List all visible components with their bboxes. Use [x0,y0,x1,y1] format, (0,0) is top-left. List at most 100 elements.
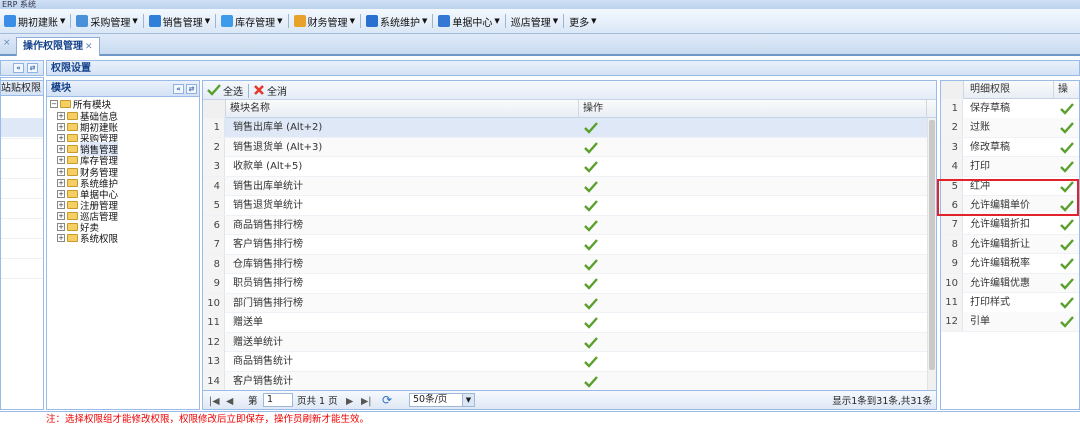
table-row[interactable]: 6 商品销售排行榜 [203,215,927,235]
prev-page-icon[interactable]: ◀ [226,395,233,409]
tab-close-icon[interactable]: ✕ [85,42,93,52]
col-operation[interactable]: 操作 [579,100,927,118]
expand-icon[interactable]: + [57,167,65,176]
detail-permission-cell: 打印样式 [970,297,1010,308]
expand-icon[interactable]: + [57,178,65,187]
check-icon[interactable] [1060,258,1074,270]
select-all-button[interactable]: 全选 [207,82,243,98]
check-icon[interactable] [1060,219,1074,232]
menu-item-7[interactable]: 巡店管理 ▼ [507,11,562,31]
expand-icon[interactable]: + [57,145,65,154]
expand-icon[interactable]: + [57,200,65,209]
collapse-icon[interactable]: − [50,100,58,108]
table-row[interactable]: 8 仓库销售排行榜 [203,254,927,274]
check-icon[interactable] [1060,161,1074,173]
expand-icon[interactable]: + [57,156,65,165]
check-icon[interactable] [584,278,598,290]
expand-icon[interactable]: + [57,189,65,198]
tab-label: 操作权限管理 [23,41,83,52]
table-row[interactable]: 7 客户销售排行榜 [203,235,927,255]
table-row[interactable]: 1 销售出库单 (Alt+2) [203,118,927,138]
table-row[interactable]: 10 部门销售排行榜 [203,293,927,313]
check-icon[interactable] [584,297,598,310]
check-icon[interactable] [584,200,598,212]
check-icon[interactable] [584,356,598,368]
check-icon[interactable] [1060,316,1074,329]
table-row[interactable]: 12 赠送单统计 [203,332,927,352]
table-row[interactable]: 4 销售出库单统计 [203,176,927,196]
table-row[interactable]: 5 销售退货单统计 [203,196,927,216]
detail-row[interactable]: 4 打印 [941,157,1079,177]
detail-row[interactable]: 8 允许编辑折让 [941,234,1079,255]
collapse-module-icon[interactable]: « [173,84,184,94]
check-icon[interactable] [1060,297,1074,309]
menu-item-8[interactable]: 更多 ▼ [565,11,600,31]
check-icon[interactable] [584,258,598,271]
row-number: 3 [203,157,225,176]
table-row[interactable]: 9 职员销售排行榜 [203,274,927,294]
detail-row[interactable]: 10 允许编辑优惠 [941,273,1079,294]
detail-row[interactable]: 7 允许编辑折扣 [941,215,1079,235]
module-grid-scroll-thumb[interactable] [929,120,935,370]
refresh-left-icon[interactable]: ⇄ [27,63,38,73]
detail-row[interactable]: 12 引单 [941,312,1079,332]
check-icon[interactable] [1060,238,1074,251]
dropdown-arrow-icon[interactable]: ▼ [462,394,474,406]
table-row[interactable]: 14 客户销售统计 [203,371,927,391]
tab-permission-management[interactable]: 操作权限管理 ✕ [16,37,100,56]
menu-item-4[interactable]: 财务管理 ▼ [290,11,359,31]
check-icon[interactable] [584,375,598,388]
check-icon[interactable] [584,317,598,329]
menu-item-0[interactable]: 期初建账 ▼ [0,11,69,31]
check-icon[interactable] [584,239,598,251]
tree-node[interactable]: + 系统权限 [57,233,118,245]
refresh-module-icon[interactable]: ⇄ [186,84,197,94]
expand-icon[interactable]: + [57,234,65,243]
detail-row[interactable]: 9 允许编辑税率 [941,254,1079,274]
expand-icon[interactable]: + [57,112,65,120]
deselect-all-button[interactable]: 全消 [253,82,287,98]
table-row[interactable]: 3 收款单 (Alt+5) [203,157,927,177]
detail-row[interactable]: 11 打印样式 [941,293,1079,313]
col-detail-permission[interactable]: 明细权限 [964,81,1054,99]
detail-row[interactable]: 2 过账 [941,118,1079,138]
page-number-input[interactable]: 1 [263,393,293,407]
menu-item-6[interactable]: 单据中心 ▼ [434,11,503,31]
tree-root-node[interactable]: − 所有模块 [50,99,111,111]
detail-row[interactable]: 3 修改草稿 [941,137,1079,158]
tab-scroll-left-icon[interactable]: × [3,38,11,48]
check-icon[interactable] [1060,103,1074,115]
menu-item-5[interactable]: 系统维护 ▼ [362,11,431,31]
collapse-left-icon[interactable]: « [13,63,24,73]
expand-icon[interactable]: + [57,223,65,231]
module-grid-scrollbar[interactable] [927,118,936,391]
check-icon[interactable] [584,161,598,173]
check-icon[interactable] [584,180,598,193]
left-panel-selected-row[interactable] [1,118,43,137]
table-row[interactable]: 2 销售退货单 (Alt+3) [203,137,927,157]
detail-row[interactable]: 1 保存草稿 [941,99,1079,119]
last-page-icon[interactable]: ▶| [361,395,372,409]
check-icon[interactable] [1060,141,1074,154]
check-icon[interactable] [584,141,598,154]
expand-icon[interactable]: + [57,211,65,220]
table-row[interactable]: 11 赠送单 [203,313,927,333]
check-icon[interactable] [1060,122,1074,135]
expand-icon[interactable]: + [57,123,65,132]
check-icon[interactable] [584,336,598,349]
menu-item-2[interactable]: 销售管理 ▼ [145,11,214,31]
expand-icon[interactable]: + [57,134,65,143]
menu-item-3[interactable]: 库存管理 ▼ [217,11,286,31]
check-icon[interactable] [584,122,598,134]
col-detail-operation[interactable]: 操 [1054,81,1079,99]
check-icon[interactable] [1060,277,1074,290]
menu-item-1[interactable]: 采购管理 ▼ [72,11,141,31]
next-page-icon[interactable]: ▶ [346,395,353,409]
check-icon[interactable] [584,219,598,232]
refresh-icon[interactable]: ⟳ [382,393,392,407]
first-page-icon[interactable]: |◀ [209,395,220,409]
page-size-select[interactable]: 50条/页 ▼ [409,393,475,407]
detail-row[interactable]: 6 允许编辑单价 [937,179,1079,216]
table-row[interactable]: 13 商品销售统计 [203,352,927,372]
col-module-name[interactable]: 模块名称 [226,100,579,118]
